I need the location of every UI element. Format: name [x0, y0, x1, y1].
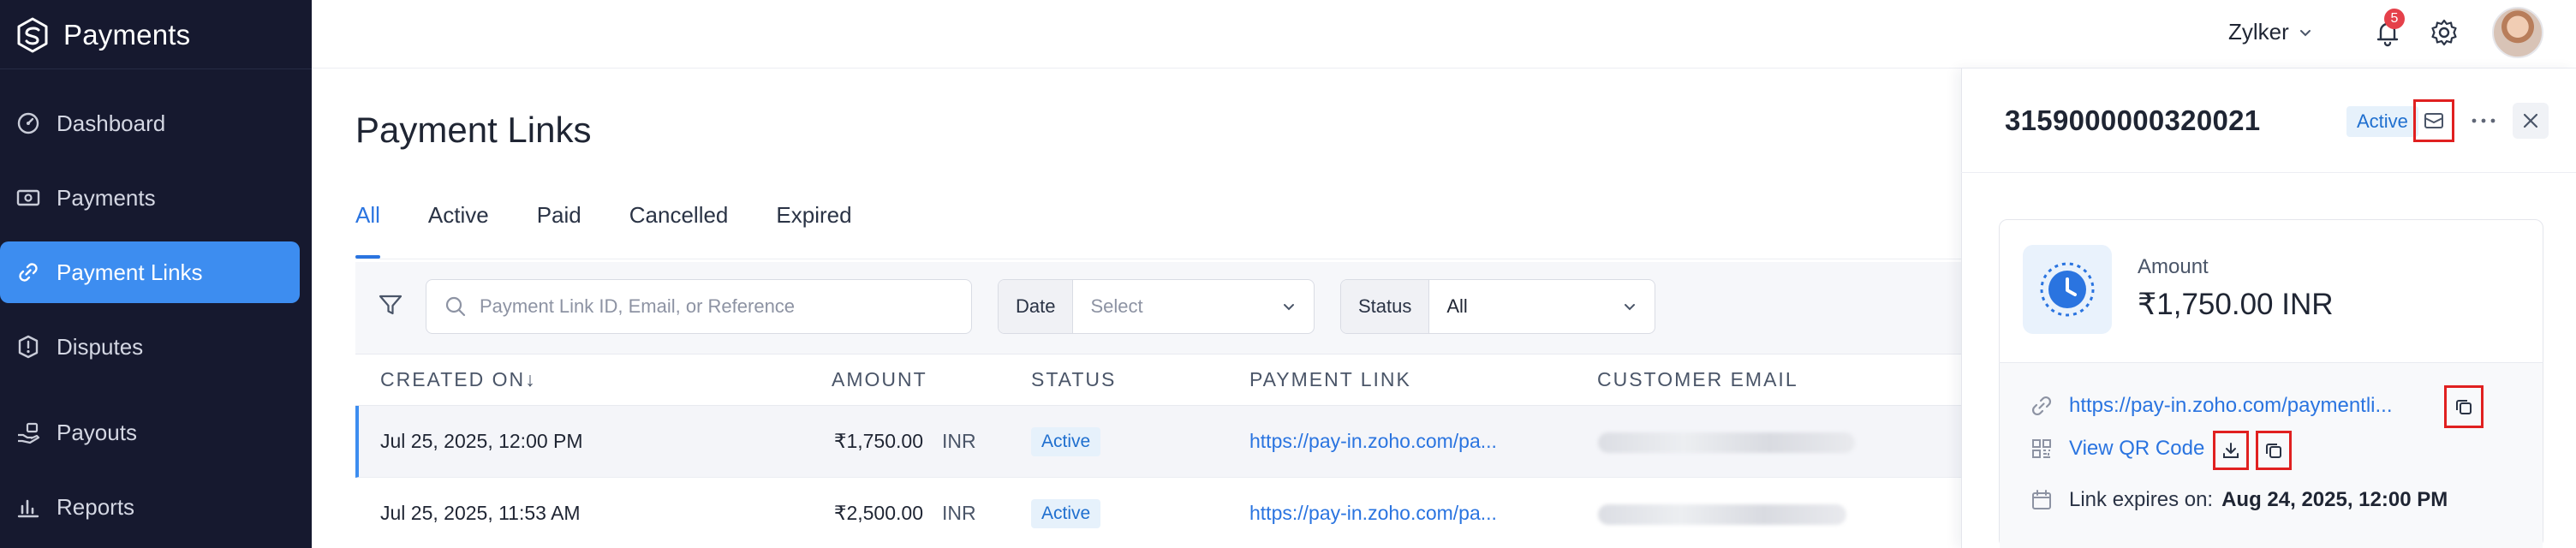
sidebar-item-payouts[interactable]: Payouts [0, 402, 300, 463]
tab-paid[interactable]: Paid [537, 202, 581, 262]
payment-link-row: https://pay-in.zoho.com/paymentli... [2030, 394, 2393, 418]
brand-divider [0, 68, 312, 69]
disputes-icon [18, 335, 39, 359]
row-amount: ₹2,500.00 [833, 502, 923, 524]
sidebar-item-disputes[interactable]: Disputes [0, 316, 300, 378]
sidebar-item-label: Payments [57, 184, 156, 211]
sort-arrow-icon: ↓ [525, 368, 537, 390]
status-tabs: All Active Paid Cancelled Expired [355, 202, 900, 262]
status-badge: Active [1031, 427, 1101, 456]
send-email-button[interactable] [2413, 99, 2454, 142]
sidebar-item-payment-links[interactable]: Payment Links [0, 241, 300, 303]
row-created-on: Jul 25, 2025, 11:53 AM [380, 502, 581, 524]
row-payment-link[interactable]: https://pay-in.zoho.com/pa... [1249, 430, 1497, 453]
more-options-button[interactable] [2466, 106, 2501, 135]
date-filter-select[interactable]: Select [1073, 280, 1314, 333]
download-icon [2223, 443, 2239, 458]
row-created-on: Jul 25, 2025, 12:00 PM [380, 430, 583, 452]
payments-icon [16, 189, 40, 206]
sidebar-item-label: Disputes [57, 333, 144, 360]
link-icon [2031, 396, 2052, 416]
copy-icon [2266, 444, 2281, 458]
column-header-created-on[interactable]: CREATED ON↓ [380, 368, 537, 391]
column-header-status: STATUS [1031, 368, 1117, 390]
tab-active[interactable]: Active [428, 202, 489, 262]
amount-clock-icon-tile [2023, 245, 2112, 334]
org-name: Zylker [2228, 19, 2289, 45]
payment-link-id: 3159000000320021 [2005, 104, 2261, 136]
date-filter[interactable]: Date Select [998, 279, 1315, 334]
copy-icon [2456, 400, 2472, 414]
expiry-value: Aug 24, 2025, 12:00 PM [2221, 488, 2448, 511]
qr-code-icon [2032, 439, 2051, 458]
page-title: Payment Links [355, 110, 592, 150]
notification-count-badge: 5 [2384, 9, 2405, 29]
copy-link-button[interactable] [2444, 385, 2484, 428]
copy-qr-button[interactable] [2256, 431, 2292, 470]
sidebar-item-label: Dashboard [57, 110, 166, 136]
dashboard-icon [17, 112, 39, 134]
filter-icon[interactable] [377, 291, 404, 319]
link-icon [19, 263, 38, 282]
reports-icon [17, 499, 39, 518]
app-name: Payments [63, 19, 191, 51]
column-header-payment-link: PAYMENT LINK [1249, 368, 1411, 390]
redacted-email [1598, 432, 1855, 453]
sidebar-item-label: Reports [57, 493, 135, 520]
sidebar-item-payments[interactable]: Payments [0, 167, 300, 229]
status-badge: Active [1031, 499, 1101, 528]
expiry-label: Link expires on: [2069, 488, 2214, 511]
sidebar-item-label: Payment Links [57, 259, 203, 285]
payment-link-url[interactable]: https://pay-in.zoho.com/paymentli... [2069, 394, 2393, 418]
amount-value: ₹1,750.00 INR [2138, 288, 2334, 321]
brand[interactable]: Payments [14, 14, 190, 57]
mail-icon [2424, 113, 2443, 128]
sidebar-item-label: Payouts [57, 419, 137, 445]
user-avatar[interactable] [2492, 7, 2543, 58]
chevron-down-icon [1284, 304, 1294, 311]
status-filter[interactable]: Status All [1340, 279, 1655, 334]
sidebar-item-reports[interactable]: Reports [0, 476, 300, 538]
search-input[interactable]: Payment Link ID, Email, or Reference [426, 279, 972, 334]
status-filter-value: All [1446, 295, 1468, 317]
sidebar-item-dashboard[interactable]: Dashboard [0, 92, 300, 154]
download-qr-button[interactable] [2213, 431, 2249, 470]
tab-all[interactable]: All [355, 202, 380, 262]
payments-logo-icon [17, 17, 48, 53]
status-badge: Active [2346, 106, 2418, 137]
clock-icon [2040, 262, 2095, 317]
payouts-icon [18, 422, 40, 444]
tab-cancelled[interactable]: Cancelled [629, 202, 729, 262]
view-qr-code-link[interactable]: View QR Code [2069, 437, 2204, 461]
row-payment-link[interactable]: https://pay-in.zoho.com/pa... [1249, 502, 1497, 525]
status-filter-label: Status [1341, 280, 1430, 333]
row-currency: INR [942, 502, 976, 524]
row-amount: ₹1,750.00 [833, 430, 923, 452]
more-horizontal-icon [2472, 118, 2496, 123]
status-filter-select[interactable]: All [1429, 280, 1655, 333]
row-currency: INR [942, 430, 976, 452]
date-filter-placeholder: Select [1090, 295, 1143, 317]
search-placeholder: Payment Link ID, Email, or Reference [480, 295, 796, 317]
expiry-row: Link expires on: Aug 24, 2025, 12:00 PM [2030, 488, 2448, 512]
date-filter-label: Date [999, 280, 1074, 333]
tab-expired[interactable]: Expired [776, 202, 851, 262]
amount-label: Amount [2138, 255, 2209, 278]
column-header-customer-email: CUSTOMER EMAIL [1597, 368, 1798, 390]
qr-code-row: View QR Code [2030, 437, 2204, 461]
column-header-amount: AMOUNT [832, 368, 927, 390]
close-button[interactable] [2513, 103, 2549, 139]
chevron-down-icon [2299, 29, 2311, 36]
close-icon [2523, 113, 2538, 128]
redacted-email [1598, 504, 1846, 525]
gear-icon[interactable] [2429, 17, 2460, 48]
search-icon [445, 296, 466, 317]
calendar-icon [2032, 490, 2051, 509]
chevron-down-icon [1625, 304, 1635, 311]
org-switcher[interactable]: Zylker [2228, 19, 2313, 45]
